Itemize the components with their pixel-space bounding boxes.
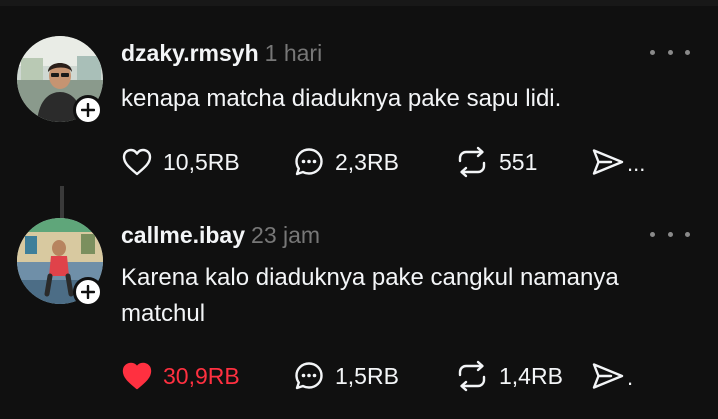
repost-icon: [458, 146, 486, 178]
post-text: kenapa matcha diaduknya pake sapu lidi.: [121, 85, 562, 112]
heart-icon: [122, 148, 152, 176]
like-button[interactable]: 10,5RB: [121, 142, 240, 182]
share-ellipsis: ...: [627, 151, 646, 176]
like-count: 10,5RB: [163, 148, 240, 175]
comment-icon: [295, 362, 323, 390]
repost-count: 551: [499, 148, 538, 175]
reply-button[interactable]: 2,3RB: [293, 142, 399, 182]
send-icon: [592, 363, 624, 389]
like-button[interactable]: 30,9RB: [121, 356, 240, 396]
more-icon: [650, 49, 655, 55]
share-button[interactable]: ...: [591, 142, 645, 182]
comment-icon: [295, 148, 323, 176]
send-icon: [592, 149, 624, 175]
more-options-button[interactable]: [650, 42, 690, 62]
more-options-button[interactable]: [650, 224, 690, 244]
repost-button[interactable]: 1,4RB: [455, 356, 563, 396]
repost-icon: [458, 360, 486, 392]
more-icon: [650, 231, 655, 237]
plus-icon: [81, 285, 95, 299]
like-count: 30,9RB: [163, 362, 240, 389]
reply-count: 2,3RB: [335, 148, 399, 175]
repost-button[interactable]: 551: [455, 142, 537, 182]
timestamp: 23 jam: [251, 222, 321, 248]
repost-count: 1,4RB: [499, 362, 563, 389]
follow-plus-button[interactable]: [73, 95, 103, 125]
timestamp: 1 hari: [264, 40, 323, 66]
post-header: dzaky.rmsyh 1 hari: [121, 40, 322, 67]
plus-icon: [81, 103, 95, 117]
username[interactable]: callme.ibay: [121, 222, 245, 248]
post-text: Karena kalo diaduknya pake cangkul naman…: [121, 264, 619, 327]
share-button[interactable]: .: [591, 356, 633, 396]
heart-filled-icon: [122, 362, 152, 390]
reply-count: 1,5RB: [335, 362, 399, 389]
post-header: callme.ibay 23 jam: [121, 222, 320, 249]
top-divider: [0, 0, 718, 6]
follow-plus-button[interactable]: [73, 277, 103, 307]
username[interactable]: dzaky.rmsyh: [121, 40, 259, 66]
share-ellipsis: .: [627, 365, 634, 390]
reply-button[interactable]: 1,5RB: [293, 356, 399, 396]
